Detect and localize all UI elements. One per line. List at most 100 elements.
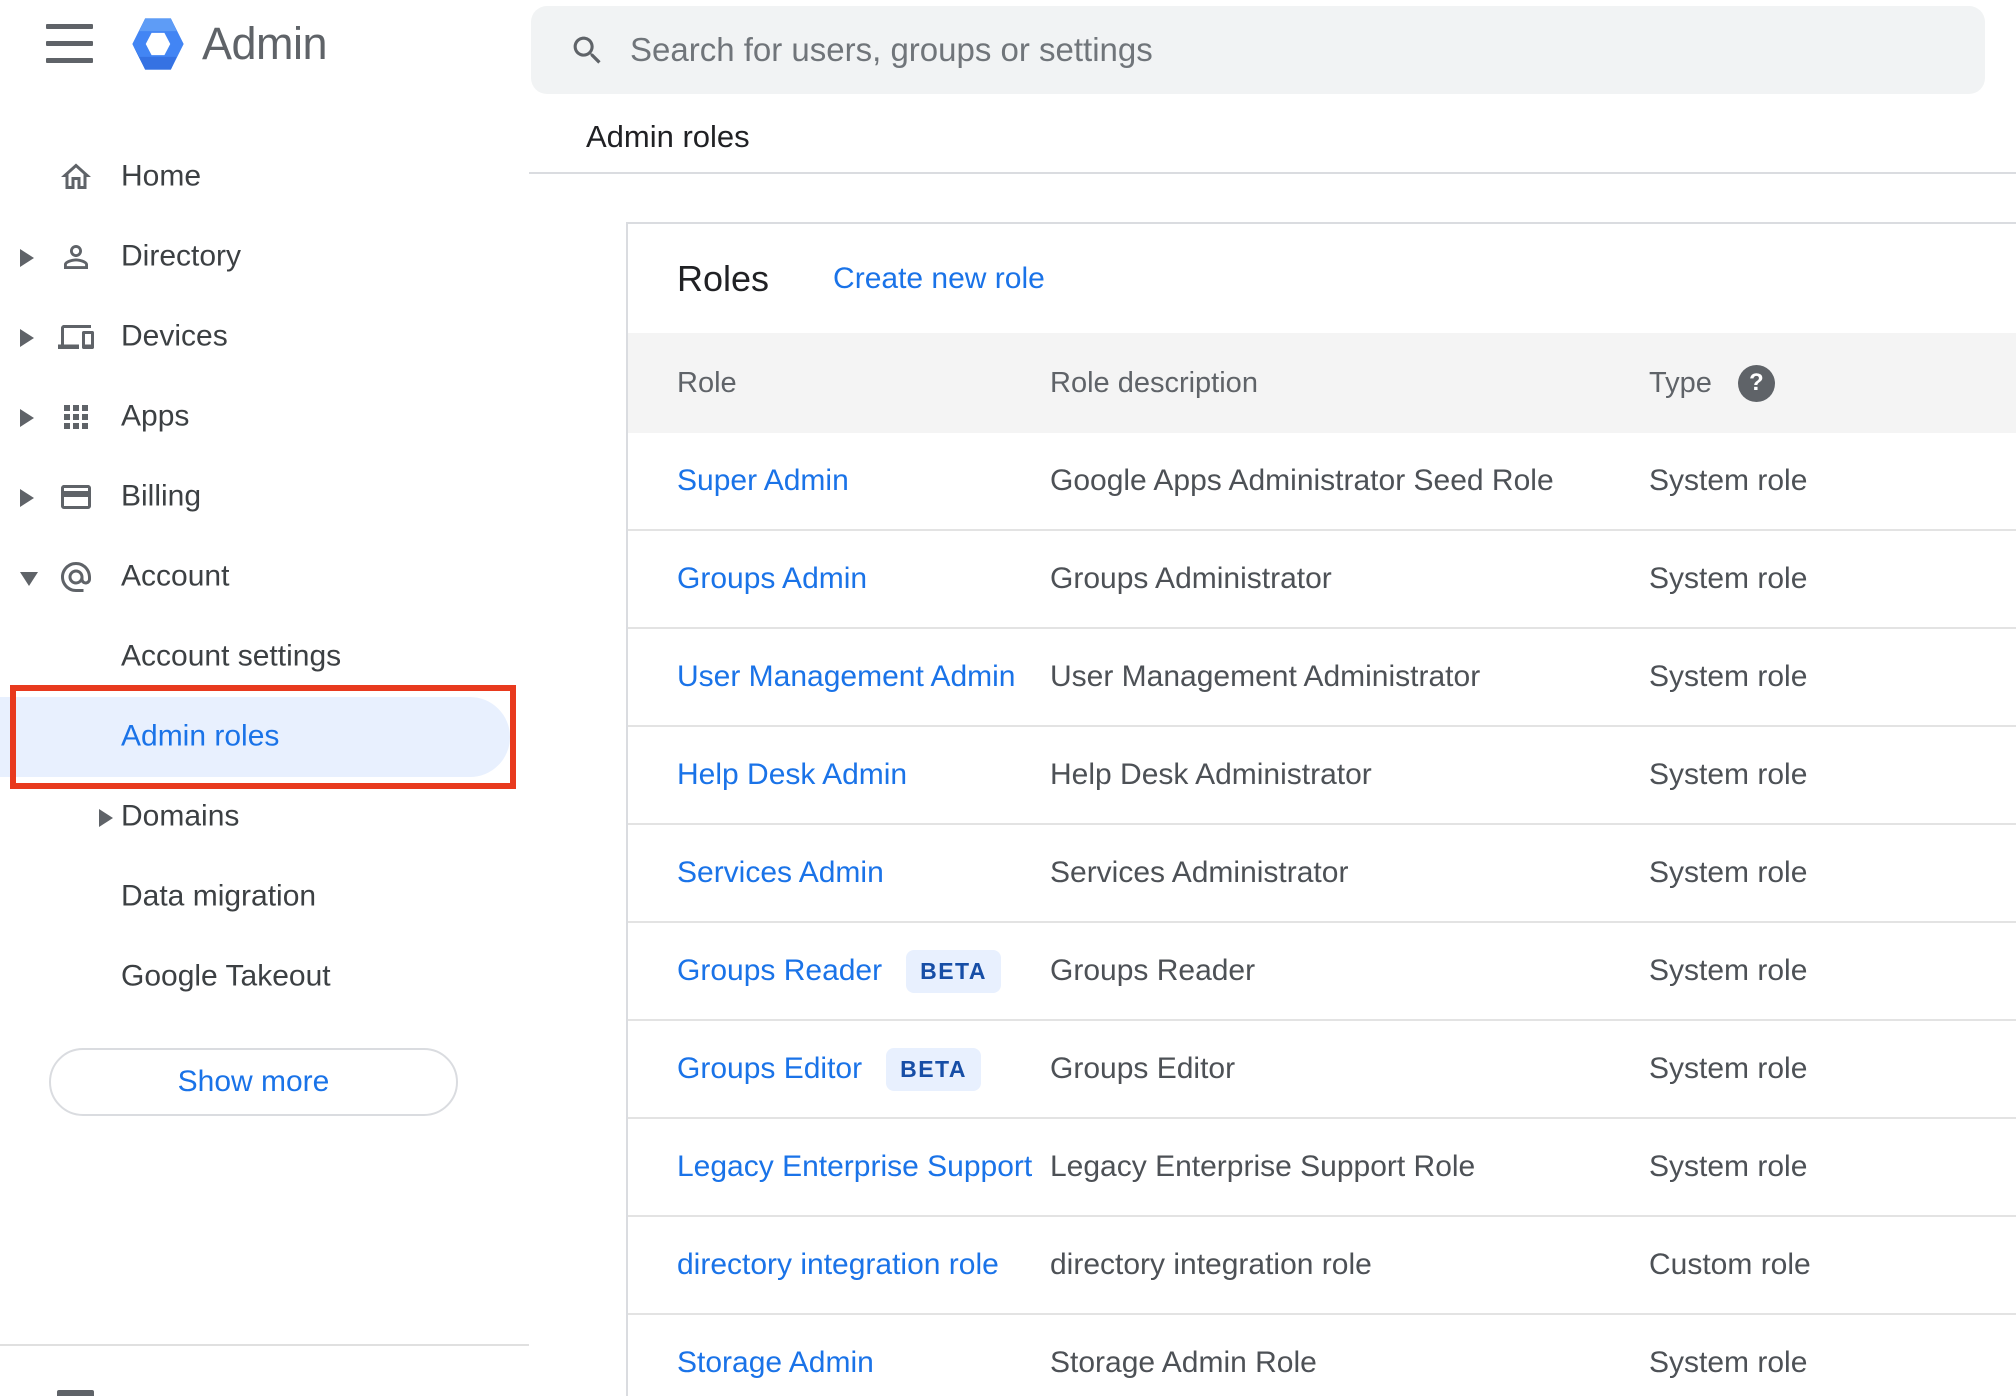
- sidebar-item-google-takeout[interactable]: Google Takeout: [0, 937, 529, 1017]
- role-description-cell: directory integration role: [1050, 1248, 1372, 1281]
- role-type-cell: System role: [1649, 1052, 1808, 1085]
- chevron-down-icon[interactable]: [20, 572, 38, 586]
- sidebar-item-account-settings[interactable]: Account settings: [0, 617, 529, 697]
- sidebar-item-label: Apps: [121, 399, 190, 433]
- sidebar-item-domains[interactable]: Domains: [0, 777, 529, 857]
- role-description-cell: Groups Administrator: [1050, 562, 1332, 595]
- sidebar-item-label: Google Takeout: [121, 959, 331, 993]
- search-bar[interactable]: [531, 6, 1985, 94]
- role-cell: User Management Admin: [677, 660, 1050, 694]
- column-header-type: Type ?: [1649, 364, 2016, 402]
- hamburger-bar: [46, 41, 93, 46]
- table-row: User Management Admin User Management Adm…: [628, 629, 2016, 727]
- role-link[interactable]: Groups Editor: [677, 1052, 862, 1086]
- table-row: Super Admin Google Apps Administrator See…: [628, 433, 2016, 531]
- header-divider: [529, 172, 2016, 174]
- sidebar-item-label: Directory: [121, 239, 242, 273]
- role-type-cell: System role: [1649, 856, 1808, 889]
- panel-title: Roles: [677, 257, 770, 299]
- role-description-cell: Groups Reader: [1050, 954, 1256, 987]
- breadcrumb: Admin roles: [586, 119, 750, 154]
- role-type-cell: System role: [1649, 758, 1808, 791]
- role-cell: Storage Admin: [677, 1346, 1050, 1380]
- sidebar-item-label: Devices: [121, 319, 228, 353]
- role-cell: Legacy Enterprise Support: [677, 1150, 1050, 1184]
- roles-table-body: Super Admin Google Apps Administrator See…: [628, 433, 2016, 1396]
- help-icon[interactable]: ?: [1737, 364, 1775, 402]
- admin-hexagon-icon: [130, 16, 186, 72]
- chevron-right-icon[interactable]: [20, 249, 34, 267]
- role-cell: Super Admin: [677, 464, 1050, 498]
- role-type-cell: System role: [1649, 954, 1808, 987]
- role-cell: Groups Admin: [677, 562, 1050, 596]
- role-description-cell: Services Administrator: [1050, 856, 1349, 889]
- sidebar-bottom-divider: [0, 1344, 529, 1346]
- role-link[interactable]: Super Admin: [677, 464, 849, 498]
- sidebar-item-account[interactable]: Account: [0, 537, 529, 617]
- role-link[interactable]: User Management Admin: [677, 660, 1016, 694]
- chevron-right-icon[interactable]: [99, 809, 113, 827]
- table-row: Groups Admin Groups Administrator System r…: [628, 531, 2016, 629]
- beta-badge: BETA: [906, 949, 1002, 993]
- column-header-role-description: Role description: [1050, 366, 1258, 399]
- role-link[interactable]: directory integration role: [677, 1248, 999, 1282]
- chevron-right-icon[interactable]: [20, 329, 34, 347]
- person-icon: [58, 239, 94, 275]
- role-cell: Groups Reader BETA: [677, 949, 1050, 993]
- sidebar-item-label: Billing: [121, 479, 202, 513]
- role-description-cell: Help Desk Administrator: [1050, 758, 1372, 791]
- role-link[interactable]: Help Desk Admin: [677, 758, 907, 792]
- role-link[interactable]: Storage Admin: [677, 1346, 874, 1380]
- chevron-right-icon[interactable]: [20, 489, 34, 507]
- sidebar-nav: Home Directory Devices Apps Billing Account Ac…: [0, 137, 529, 1017]
- sidebar-item-admin-roles[interactable]: Admin roles: [0, 697, 510, 777]
- role-cell: Services Admin: [677, 856, 1050, 890]
- role-description-cell: Storage Admin Role: [1050, 1346, 1317, 1379]
- role-description-cell: User Management Administrator: [1050, 660, 1481, 693]
- create-new-role-link[interactable]: Create new role: [833, 262, 1045, 296]
- role-type-cell: System role: [1649, 1346, 1808, 1379]
- app-title: Admin: [202, 18, 328, 69]
- hamburger-bar: [46, 24, 93, 29]
- column-header-type-label: Type: [1649, 366, 1712, 399]
- chevron-right-icon[interactable]: [20, 409, 34, 427]
- table-row: directory integration role directory inte…: [628, 1217, 2016, 1315]
- role-cell: Groups Editor BETA: [677, 1047, 1050, 1091]
- search-icon: [573, 36, 601, 64]
- show-more-button[interactable]: Show more: [49, 1048, 458, 1116]
- role-description-cell: Legacy Enterprise Support Role: [1050, 1150, 1476, 1183]
- apps-icon: [58, 399, 94, 435]
- role-link[interactable]: Services Admin: [677, 856, 884, 890]
- role-link[interactable]: Groups Reader: [677, 954, 882, 988]
- sidebar-item-home[interactable]: Home: [0, 137, 529, 217]
- clipped-bottom-icon: [57, 1390, 94, 1396]
- role-type-cell: System role: [1649, 464, 1808, 497]
- hamburger-menu-icon[interactable]: [46, 22, 93, 64]
- role-type-cell: System role: [1649, 1150, 1808, 1183]
- sidebar-item-label: Account settings: [121, 639, 342, 673]
- table-row: Groups Editor BETA Groups Editor System rol…: [628, 1021, 2016, 1119]
- sidebar-item-apps[interactable]: Apps: [0, 377, 529, 457]
- sidebar-item-label: Domains: [121, 799, 240, 833]
- sidebar-item-billing[interactable]: Billing: [0, 457, 529, 537]
- role-type-cell: System role: [1649, 562, 1808, 595]
- sidebar-item-devices[interactable]: Devices: [0, 297, 529, 377]
- table-row: Groups Reader BETA Groups Reader System rol…: [628, 923, 2016, 1021]
- home-icon: [58, 159, 94, 195]
- role-cell: directory integration role: [677, 1248, 1050, 1282]
- role-link[interactable]: Groups Admin: [677, 562, 867, 596]
- sidebar-item-directory[interactable]: Directory: [0, 217, 529, 297]
- role-type-cell: Custom role: [1649, 1248, 1811, 1281]
- search-input[interactable]: [628, 30, 1955, 70]
- table-header-row: Role Role description Type ?: [628, 333, 2016, 433]
- beta-badge: BETA: [886, 1047, 981, 1091]
- sidebar-item-data-migration[interactable]: Data migration: [0, 857, 529, 937]
- role-link[interactable]: Legacy Enterprise Support: [677, 1150, 1032, 1184]
- sidebar-item-label: Account: [121, 559, 230, 593]
- sidebar-item-label: Admin roles: [121, 719, 280, 753]
- role-description-cell: Groups Editor: [1050, 1052, 1236, 1085]
- devices-icon: [58, 319, 94, 355]
- table-row: Help Desk Admin Help Desk Administrator Sy…: [628, 727, 2016, 825]
- role-description-cell: Google Apps Administrator Seed Role: [1050, 464, 1554, 497]
- sidebar-item-label: Data migration: [121, 879, 317, 913]
